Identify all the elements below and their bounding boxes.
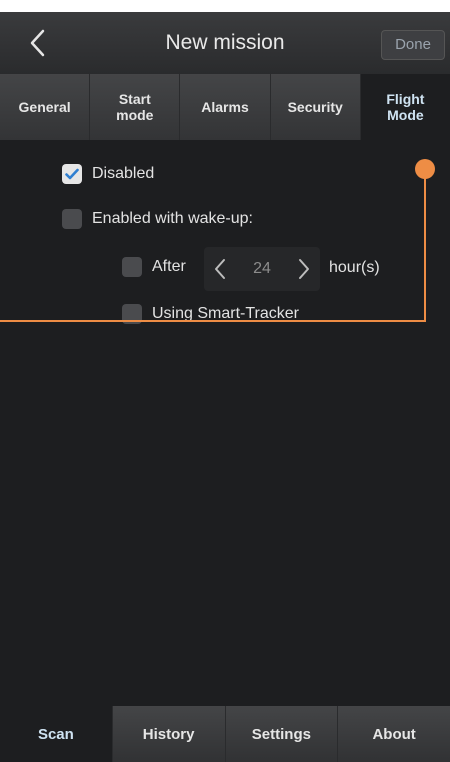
annotation-line-horizontal (0, 320, 426, 322)
chevron-right-icon (299, 259, 309, 279)
app-screen: New mission Done General Start mode Alar… (0, 12, 450, 762)
tab-bar: General Start mode Alarms Security Fligh… (0, 74, 450, 140)
tab-flight-mode[interactable]: Flight Mode (360, 74, 450, 140)
tab-alarms[interactable]: Alarms (180, 74, 271, 140)
enabled-wakeup-checkbox[interactable] (62, 209, 82, 229)
after-checkbox[interactable] (122, 257, 142, 277)
back-button[interactable] (22, 26, 52, 60)
chevron-left-icon (215, 259, 225, 279)
option-after[interactable]: After (122, 257, 186, 277)
stepper-increase-button[interactable] (288, 247, 320, 291)
tab-security[interactable]: Security (270, 74, 361, 140)
enabled-wakeup-label: Enabled with wake-up: (92, 210, 253, 227)
hours-stepper[interactable]: 24 (204, 247, 320, 291)
after-label: After (152, 258, 186, 275)
done-button[interactable]: Done (381, 30, 445, 60)
disabled-label: Disabled (92, 165, 155, 182)
stepper-value: 24 (253, 260, 271, 277)
stepper-decrease-button[interactable] (204, 247, 236, 291)
option-enabled-wakeup[interactable]: Enabled with wake-up: (62, 209, 253, 229)
chevron-left-icon (30, 29, 45, 57)
header-bar: New mission Done (0, 12, 450, 74)
nav-settings[interactable]: Settings (226, 706, 339, 762)
option-disabled[interactable]: Disabled (62, 164, 154, 184)
checkmark-icon (65, 168, 79, 180)
disabled-checkbox[interactable] (62, 164, 82, 184)
nav-about[interactable]: About (338, 706, 450, 762)
flight-mode-panel: Disabled Enabled with wake-up: After 24 (0, 140, 450, 706)
nav-scan[interactable]: Scan (0, 706, 113, 762)
hours-unit-label: hour(s) (329, 259, 380, 276)
tab-general[interactable]: General (0, 74, 91, 140)
tab-start-mode[interactable]: Start mode (90, 74, 181, 140)
bottom-nav: Scan History Settings About (0, 706, 450, 762)
annotation-line-vertical (424, 170, 426, 320)
nav-history[interactable]: History (113, 706, 226, 762)
